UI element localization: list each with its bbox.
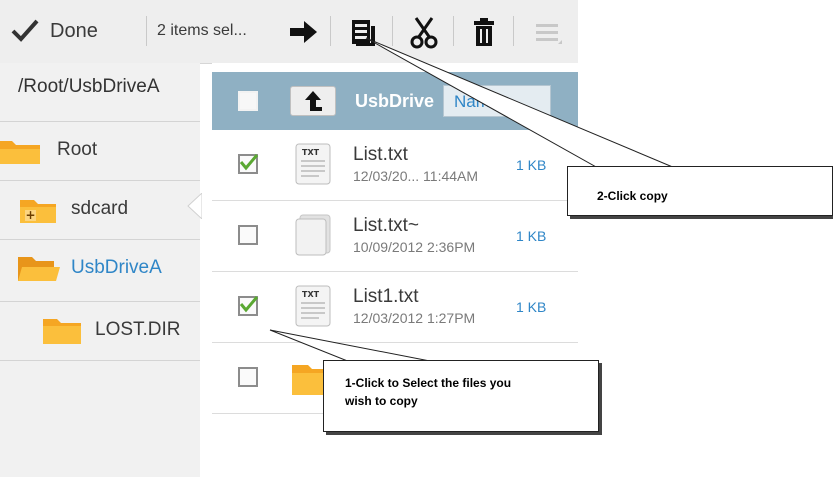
- callout-text-line1: 1-Click to Select the files you: [345, 376, 512, 390]
- callout-text-line2: wish to copy: [345, 394, 418, 408]
- callout-select-files: 1-Click to Select the files you wish to …: [323, 360, 599, 432]
- callout-click-copy: 2-Click copy: [567, 166, 833, 216]
- callout-text: 2-Click copy: [597, 189, 668, 203]
